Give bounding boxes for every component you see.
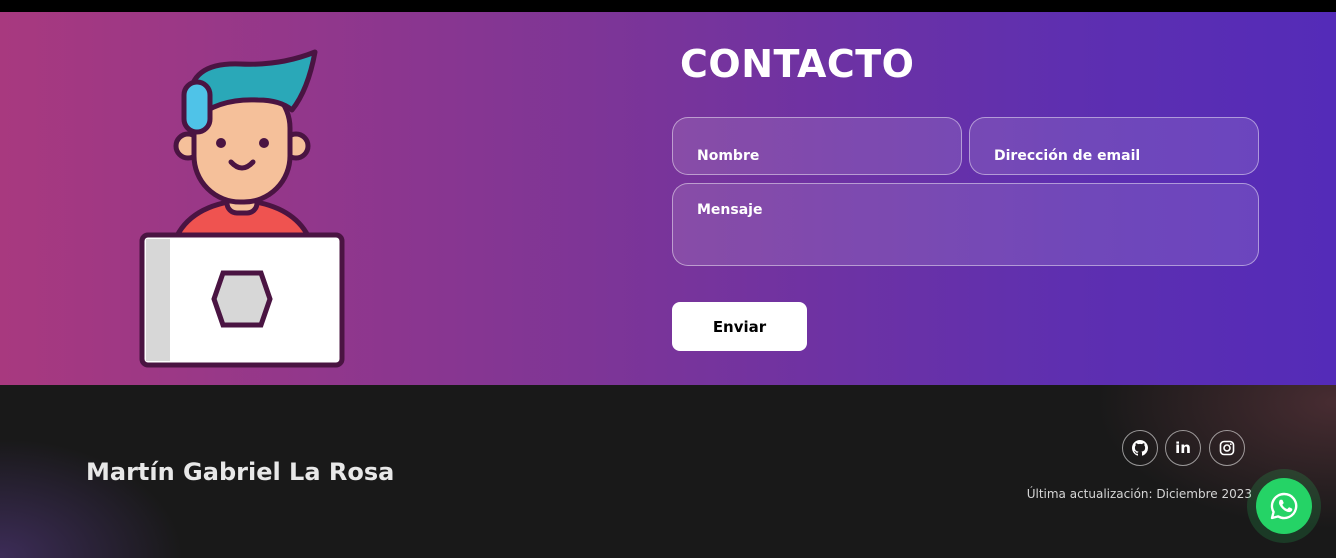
linkedin-link[interactable]: in — [1165, 430, 1201, 466]
github-link[interactable] — [1122, 430, 1158, 466]
send-button[interactable]: Enviar — [672, 302, 807, 351]
last-update-text: Última actualización: Diciembre 2023 — [1026, 487, 1252, 501]
whatsapp-button[interactable] — [1247, 469, 1321, 543]
instagram-icon — [1219, 440, 1235, 456]
contact-section: CONTACTO Enviar — [0, 12, 1336, 385]
instagram-link[interactable] — [1209, 430, 1245, 466]
top-bar — [0, 0, 1336, 12]
developer-illustration — [139, 49, 345, 368]
linkedin-icon: in — [1175, 439, 1191, 457]
github-icon — [1132, 440, 1148, 456]
footer: Martín Gabriel La Rosa in Última actuali… — [0, 385, 1336, 558]
author-name: Martín Gabriel La Rosa — [86, 458, 395, 486]
whatsapp-button-circle — [1256, 478, 1312, 534]
contact-title: CONTACTO — [680, 42, 915, 86]
message-input[interactable] — [672, 183, 1259, 266]
whatsapp-icon — [1270, 492, 1298, 520]
email-input[interactable] — [969, 117, 1259, 175]
name-input[interactable] — [672, 117, 962, 175]
